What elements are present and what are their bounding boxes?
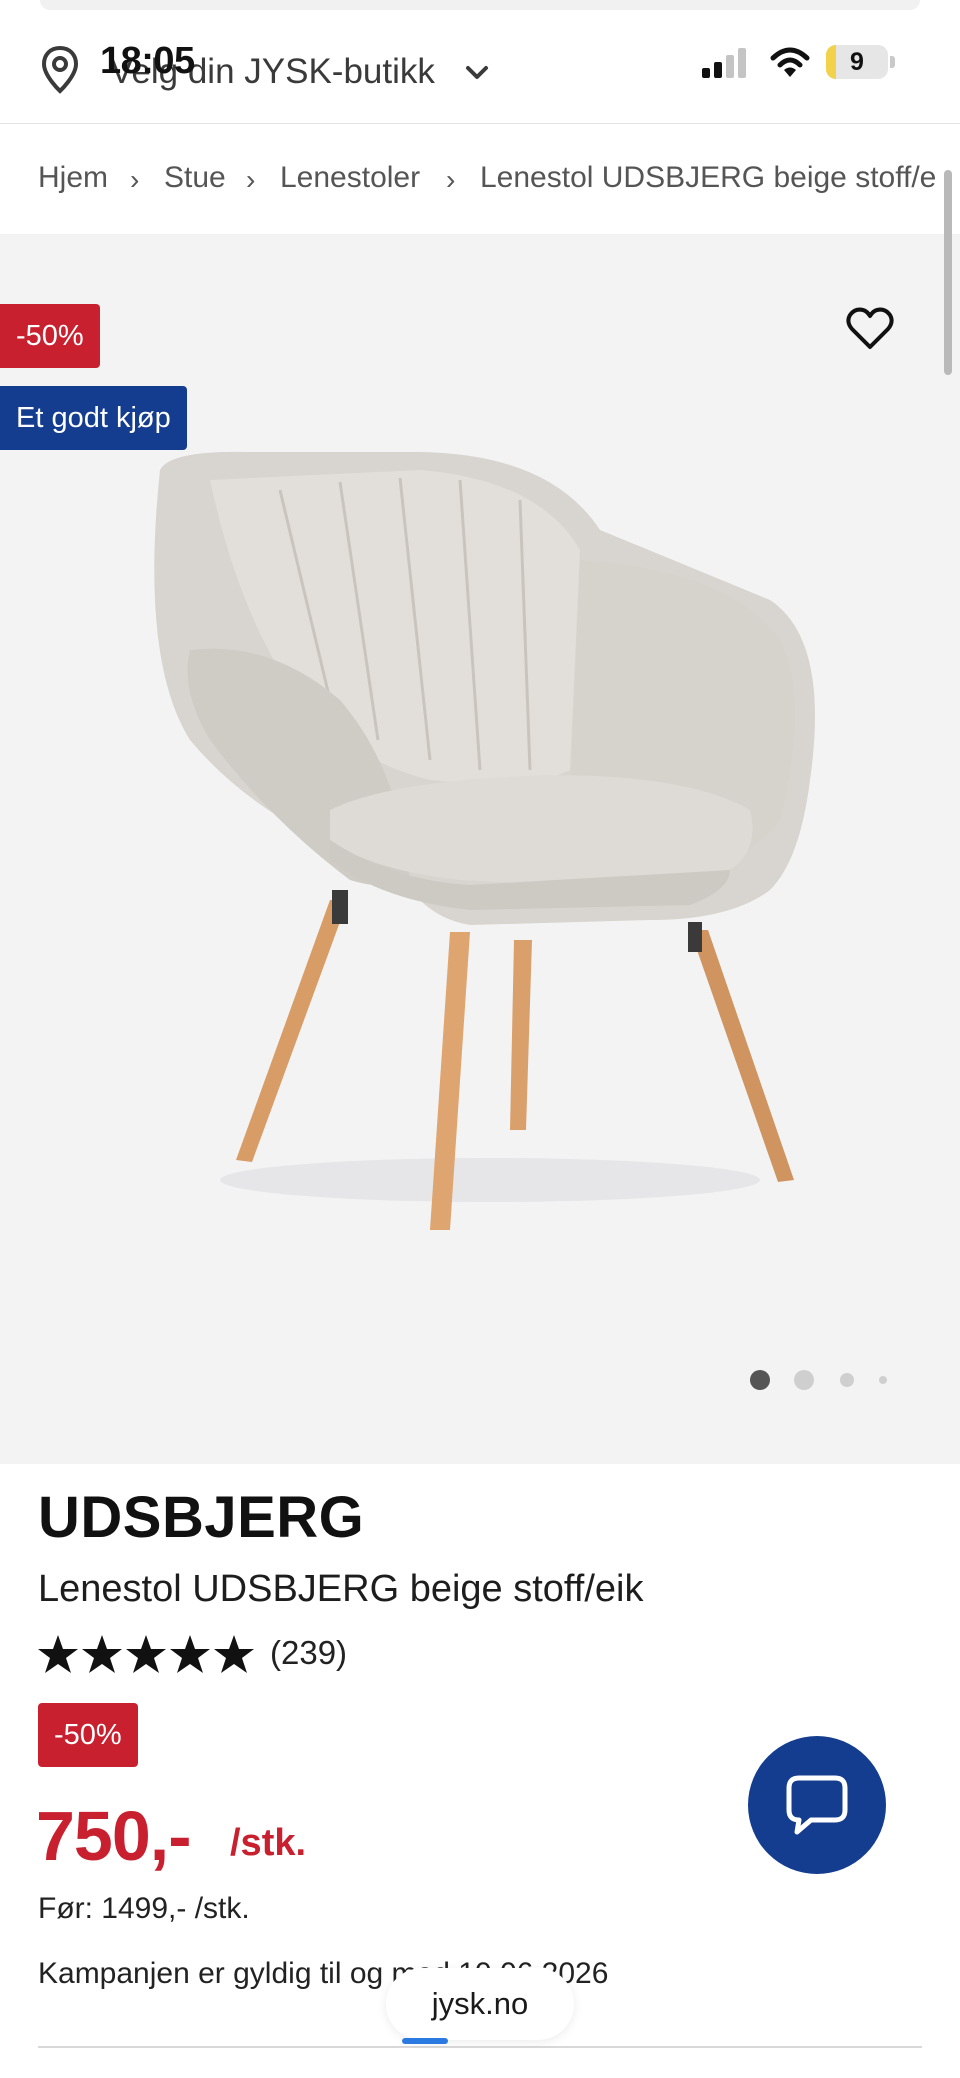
page-scrollbar[interactable]	[944, 170, 952, 375]
product-name: Lenestol UDSBJERG beige stoff/eik	[38, 1568, 644, 1610]
good-buy-badge: Et godt kjøp	[0, 386, 187, 450]
review-count[interactable]: (239)	[270, 1634, 347, 1672]
pagination-dot[interactable]	[794, 1370, 814, 1390]
discount-badge: -50%	[0, 304, 100, 368]
price-unit: /stk.	[230, 1822, 307, 1864]
heart-icon[interactable]	[846, 306, 894, 350]
url-text[interactable]: jysk.no	[386, 1986, 574, 2022]
battery-icon: 9	[826, 45, 896, 81]
chevron-right-icon: ›	[246, 164, 256, 195]
breadcrumb-item-current: Lenestol UDSBJERG beige stoff/e	[480, 161, 937, 194]
breadcrumb-item-stue[interactable]: Stue	[164, 161, 226, 195]
chat-button[interactable]	[748, 1736, 886, 1874]
battery-level: 9	[850, 48, 864, 76]
breadcrumb-item-home[interactable]: Hjem	[38, 161, 108, 195]
pagination-dot-active[interactable]	[750, 1370, 770, 1390]
product-price: 750,-	[36, 1797, 192, 1875]
page-load-progress	[402, 2038, 448, 2044]
discount-badge: -50%	[38, 1703, 138, 1767]
chevron-down-icon[interactable]	[462, 58, 492, 88]
breadcrumb: Hjem › Stue › Lenestoler › Lenestol UDSB…	[0, 124, 960, 234]
browser-url-bar[interactable]: jysk.no	[386, 1968, 574, 2040]
before-price: Før: 1499,- /stk.	[38, 1892, 250, 1925]
chevron-right-icon: ›	[446, 164, 456, 195]
pagination-dot[interactable]	[840, 1373, 854, 1387]
product-image-armchair[interactable]	[130, 440, 830, 1240]
wifi-icon	[770, 47, 810, 77]
rating-stars[interactable]	[38, 1633, 258, 1677]
cellular-signal-icon	[702, 48, 746, 78]
previous-bar-fragment	[40, 0, 920, 10]
chevron-right-icon: ›	[130, 164, 140, 195]
location-pin-icon[interactable]	[40, 45, 80, 95]
divider	[38, 2046, 922, 2048]
pagination-dot[interactable]	[879, 1376, 887, 1384]
breadcrumb-item-lenestoler[interactable]: Lenestoler	[280, 161, 420, 195]
gallery-pagination	[748, 1370, 898, 1390]
product-brand: UDSBJERG	[38, 1485, 365, 1550]
chat-bubble-icon	[786, 1775, 848, 1835]
status-time: 18:05	[100, 40, 195, 82]
